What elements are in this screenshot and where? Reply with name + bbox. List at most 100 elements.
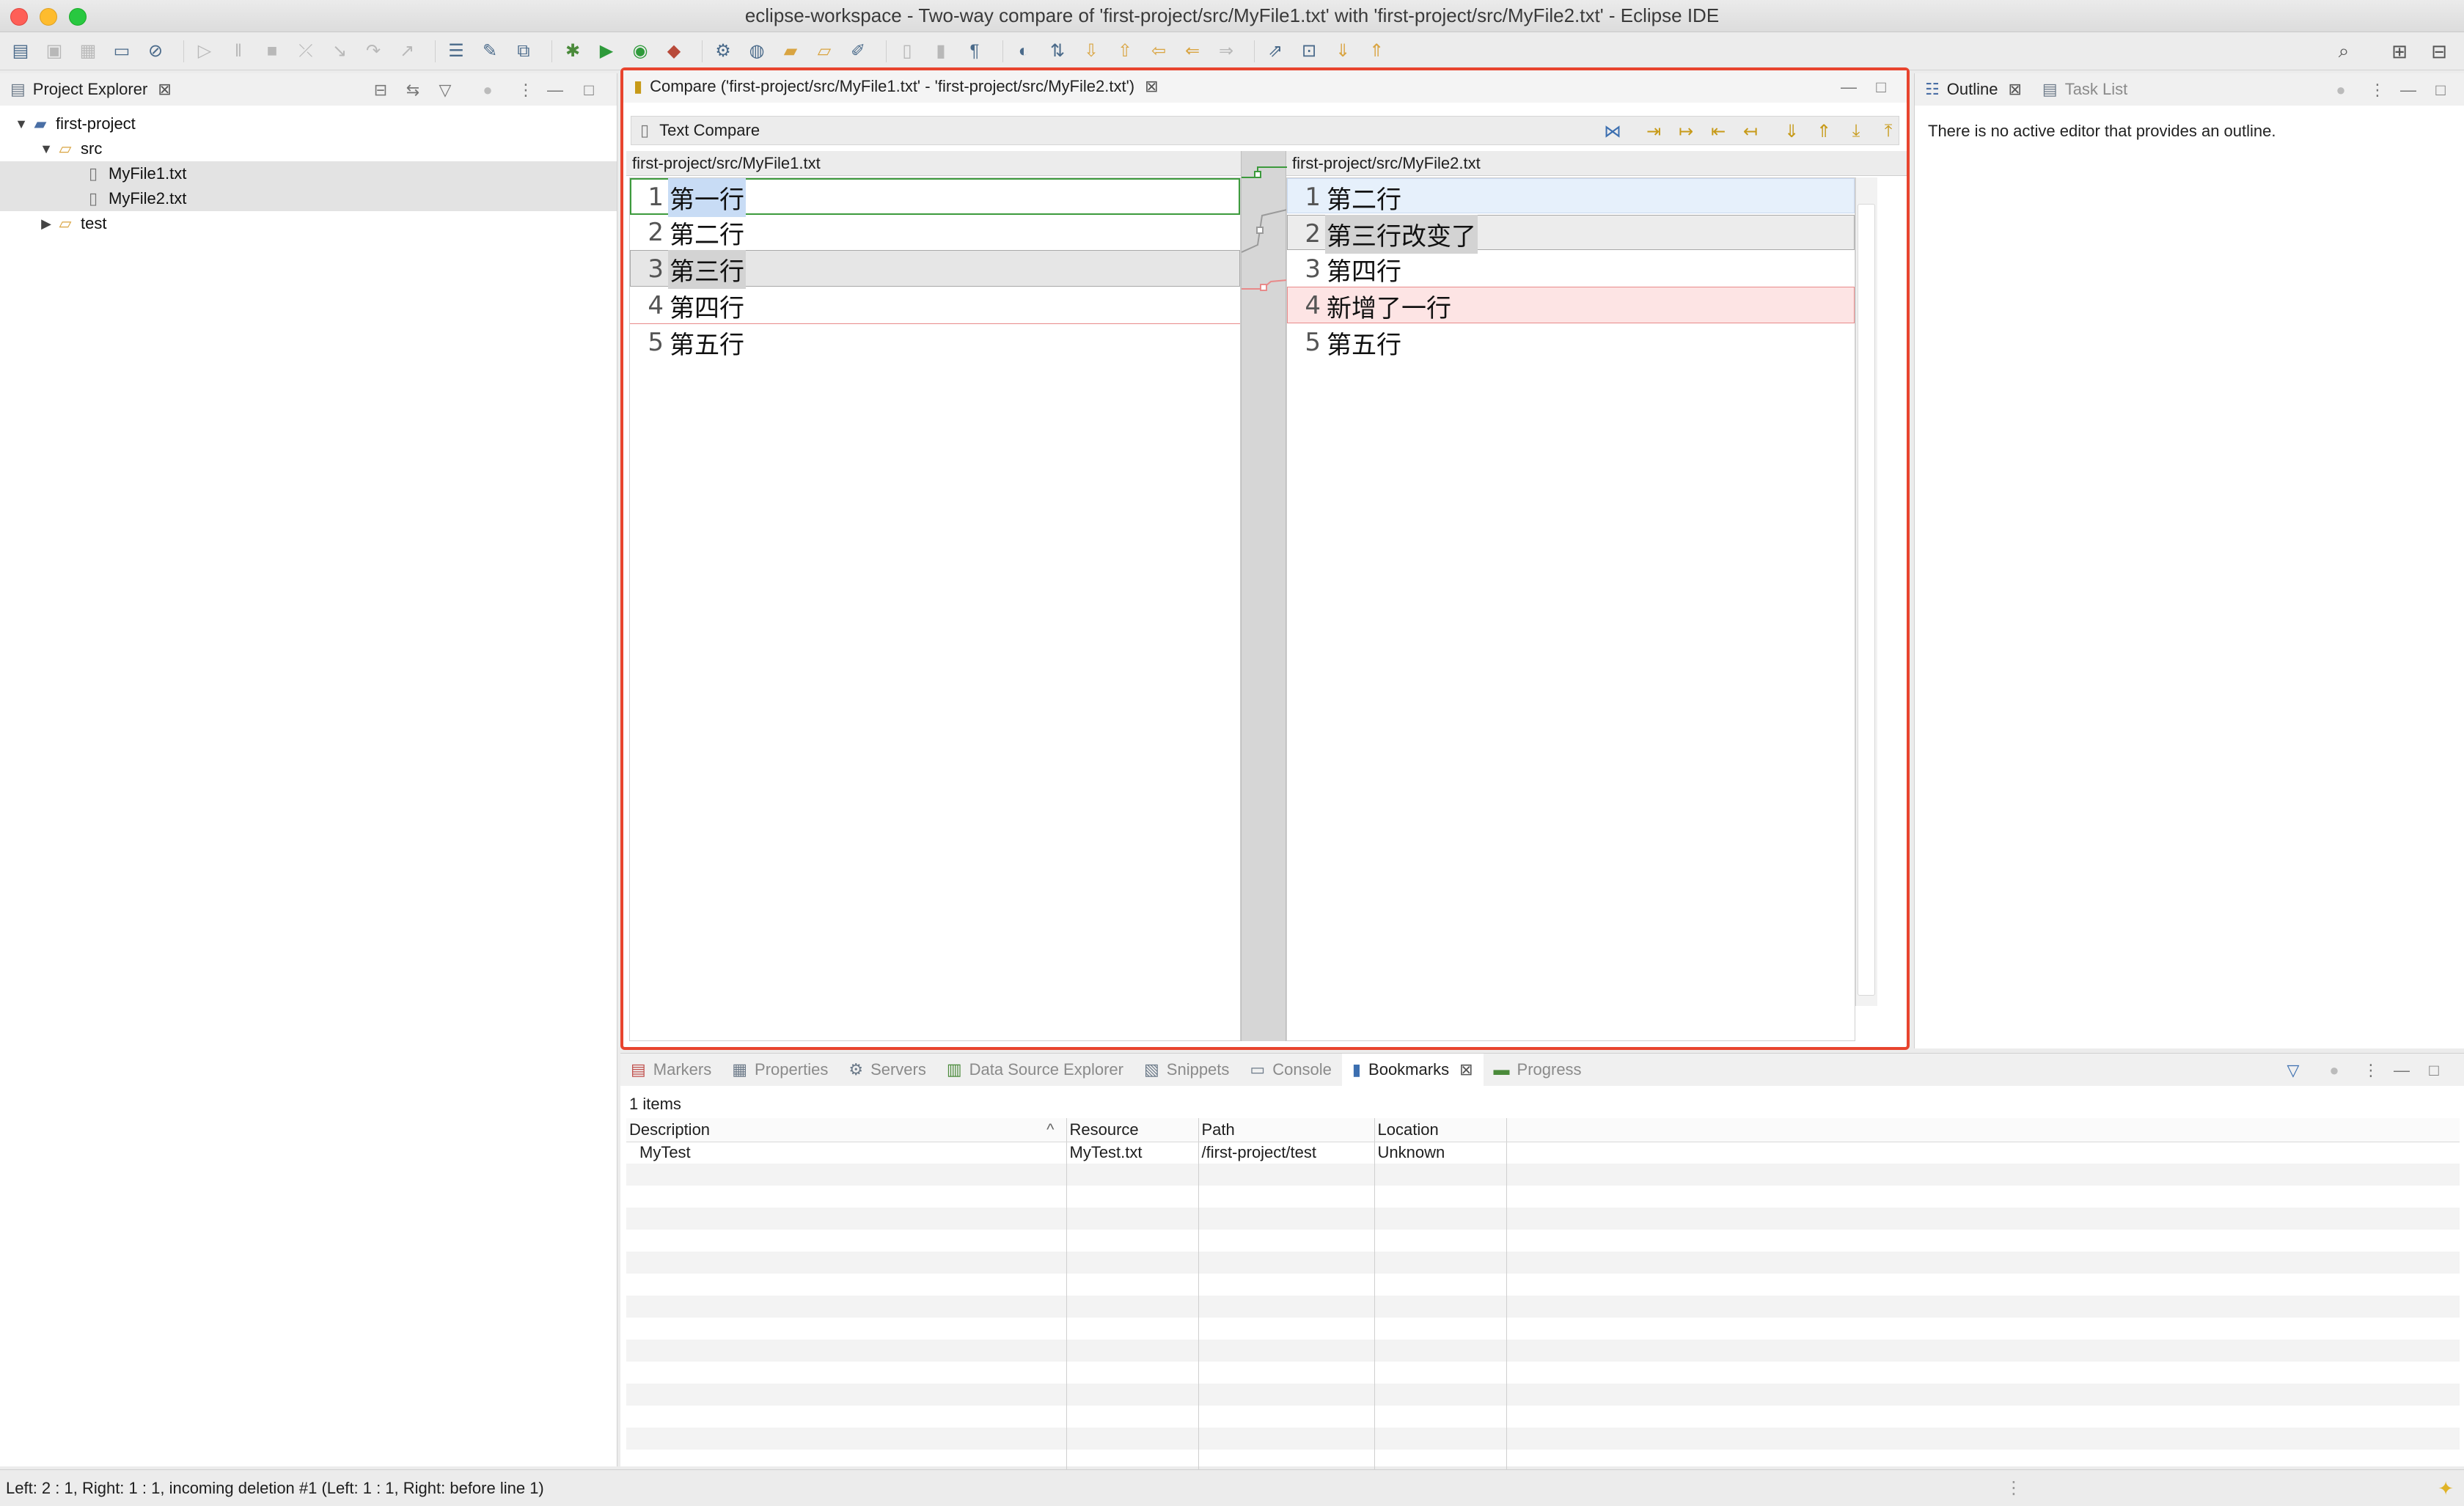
web-browser-icon[interactable]: ◍ bbox=[744, 38, 770, 65]
save-all-icon[interactable]: ▦ bbox=[75, 38, 101, 65]
overview-ruler[interactable] bbox=[1855, 177, 1877, 1006]
tab-bookmarks[interactable]: ▮ Bookmarks ⊠ bbox=[1341, 1054, 1484, 1086]
minimize-icon[interactable]: — bbox=[1836, 76, 1861, 98]
run-icon[interactable]: ▶ bbox=[593, 38, 620, 65]
external-tools-icon[interactable]: ◆ bbox=[661, 38, 687, 65]
show-whitespace-icon[interactable]: ¶ bbox=[961, 38, 988, 65]
column-header-resource[interactable]: Resource bbox=[1066, 1118, 1199, 1142]
next-change-icon[interactable]: ⤓ bbox=[1843, 118, 1869, 144]
copy-all-left-to-right-icon[interactable]: ⇥ bbox=[1640, 118, 1667, 144]
maximize-icon[interactable]: □ bbox=[2428, 79, 2453, 101]
minimize-icon[interactable]: — bbox=[2389, 1059, 2414, 1081]
synchronize-icon[interactable]: ⧉ bbox=[510, 38, 537, 65]
tab-snippets[interactable]: ▧ Snippets bbox=[1134, 1054, 1239, 1086]
tree-item-myfile2[interactable]: ▯ MyFile2.txt bbox=[0, 186, 617, 211]
open-editor-icon[interactable]: ⇗ bbox=[1262, 38, 1288, 65]
column-header-path[interactable]: Path bbox=[1198, 1118, 1375, 1142]
coverage-icon[interactable]: ◉ bbox=[627, 38, 653, 65]
open-perspective-icon[interactable]: ⊞ bbox=[2386, 38, 2413, 65]
column-header-location[interactable]: Location bbox=[1374, 1118, 1507, 1142]
previous-change-icon[interactable]: ⤒ bbox=[1875, 118, 1902, 144]
tree-item-test[interactable]: ▶ ▱ test bbox=[0, 211, 617, 236]
focus-icon[interactable]: ● bbox=[2328, 79, 2353, 101]
zoom-window-button[interactable] bbox=[69, 8, 87, 26]
next-annotation-icon[interactable]: ⇩ bbox=[1078, 38, 1104, 65]
new-icon[interactable]: ▤ bbox=[7, 38, 34, 65]
tab-progress[interactable]: ▬ Progress bbox=[1484, 1054, 1592, 1086]
back-icon[interactable]: ⇐ bbox=[1179, 38, 1206, 65]
disconnect-icon[interactable]: ⤫ bbox=[293, 38, 319, 65]
tab-compare[interactable]: ▮ Compare ('first-project/src/MyFile1.tx… bbox=[623, 70, 1169, 103]
terminate-icon[interactable]: ■ bbox=[259, 38, 285, 65]
toggle-mark-icon[interactable]: ▯ bbox=[894, 38, 920, 65]
column-header-description[interactable]: Description ^ bbox=[626, 1118, 1067, 1142]
collapse-all-icon[interactable]: ⊟ bbox=[368, 79, 393, 101]
minimize-icon[interactable]: — bbox=[543, 79, 568, 101]
tab-console[interactable]: ▭ Console bbox=[1239, 1054, 1342, 1086]
search-tools-icon[interactable]: ✐ bbox=[845, 38, 871, 65]
tree-item-src[interactable]: ▼ ▱ src bbox=[0, 136, 617, 161]
previous-difference-icon[interactable]: ⇑ bbox=[1811, 118, 1837, 144]
right-code-pane[interactable]: 1 第二行 2 第三行改变了 3 第四行 4 新增了一行 5 第五行 bbox=[1286, 177, 1855, 1041]
resume-icon[interactable]: ▷ bbox=[191, 38, 218, 65]
view-menu-icon[interactable]: ⋮ bbox=[2358, 1059, 2383, 1081]
repository-icon[interactable]: ⇅ bbox=[1044, 38, 1071, 65]
view-menu-icon[interactable]: ⋮ bbox=[2365, 79, 2390, 101]
status-grip-icon[interactable]: ⋮ bbox=[2005, 1477, 2023, 1499]
left-code-pane[interactable]: 1 第一行 2 第二行 3 第三行 4 第四行 5 第五行 bbox=[629, 177, 1241, 1041]
copy-all-right-to-left-icon[interactable]: ⇤ bbox=[1705, 118, 1731, 144]
open-terminal-icon[interactable]: ▭ bbox=[109, 38, 135, 65]
close-icon[interactable]: ⊠ bbox=[1459, 1060, 1473, 1079]
minimize-window-button[interactable] bbox=[40, 8, 57, 26]
next-difference-icon[interactable]: ⇓ bbox=[1778, 118, 1805, 144]
task-icon[interactable]: ☰ bbox=[443, 38, 469, 65]
debug-icon[interactable]: ✱ bbox=[560, 38, 586, 65]
view-menu-icon[interactable]: ⋮ bbox=[513, 79, 538, 101]
previous-difference-icon[interactable]: ⇑ bbox=[1363, 38, 1390, 65]
chevron-down-icon[interactable]: ▼ bbox=[38, 142, 54, 157]
focus-icon[interactable]: ● bbox=[475, 79, 500, 101]
open-type-icon[interactable]: ▰ bbox=[777, 38, 804, 65]
block-select-icon[interactable]: ▮ bbox=[928, 38, 954, 65]
last-edit-icon[interactable]: ⇦ bbox=[1145, 38, 1172, 65]
tab-project-explorer[interactable]: ▤ Project Explorer ⊠ bbox=[0, 73, 182, 106]
forward-icon[interactable]: ⇒ bbox=[1213, 38, 1239, 65]
open-task-icon[interactable]: ✎ bbox=[477, 38, 503, 65]
step-over-icon[interactable]: ↷ bbox=[360, 38, 386, 65]
close-icon[interactable]: ⊠ bbox=[158, 80, 171, 99]
search-icon[interactable]: ⌕ bbox=[2331, 38, 2357, 65]
copy-current-left-to-right-icon[interactable]: ↦ bbox=[1673, 118, 1699, 144]
maximize-icon[interactable]: □ bbox=[2421, 1059, 2446, 1081]
close-icon[interactable]: ⊠ bbox=[2008, 80, 2021, 99]
next-difference-icon[interactable]: ⇓ bbox=[1330, 38, 1356, 65]
new-server-icon[interactable]: ⚙ bbox=[710, 38, 736, 65]
focus-icon[interactable]: ● bbox=[2322, 1059, 2347, 1081]
save-icon[interactable]: ▣ bbox=[41, 38, 67, 65]
tab-markers[interactable]: ▤ Markers bbox=[620, 1054, 722, 1086]
globe-icon[interactable]: ◐ bbox=[1011, 38, 1037, 65]
link-with-editor-icon[interactable]: ⇆ bbox=[400, 79, 425, 101]
skip-breakpoints-icon[interactable]: ⊘ bbox=[142, 38, 169, 65]
copy-current-right-to-left-icon[interactable]: ↤ bbox=[1737, 118, 1764, 144]
step-return-icon[interactable]: ↗ bbox=[394, 38, 420, 65]
maximize-icon[interactable]: □ bbox=[576, 79, 601, 101]
tree-item-first-project[interactable]: ▼ ▰ first-project bbox=[0, 111, 617, 136]
filter-icon[interactable]: ▽ bbox=[433, 79, 458, 101]
close-icon[interactable]: ⊠ bbox=[1145, 77, 1158, 96]
previous-annotation-icon[interactable]: ⇧ bbox=[1112, 38, 1138, 65]
suspend-icon[interactable]: ‖ bbox=[225, 38, 252, 65]
tab-task-list[interactable]: ▤ Task List bbox=[2032, 73, 2138, 106]
lightbulb-icon[interactable]: ✦ bbox=[2438, 1477, 2454, 1500]
tab-servers[interactable]: ⚙ Servers bbox=[838, 1054, 936, 1086]
tree-item-myfile1[interactable]: ▯ MyFile1.txt bbox=[0, 161, 617, 186]
maximize-icon[interactable]: □ bbox=[1869, 76, 1893, 98]
chevron-down-icon[interactable]: ▼ bbox=[13, 117, 29, 132]
perspective-icon[interactable]: ⊟ bbox=[2426, 38, 2452, 65]
tab-outline[interactable]: ☷ Outline ⊠ bbox=[1915, 73, 2032, 106]
select-changes-icon[interactable]: ⊡ bbox=[1296, 38, 1322, 65]
scrollbar-thumb[interactable] bbox=[1858, 204, 1875, 996]
filter-icon[interactable]: ▽ bbox=[2281, 1059, 2306, 1081]
table-row[interactable]: MyTest MyTest.txt /first-project/test Un… bbox=[626, 1142, 2460, 1164]
step-into-icon[interactable]: ↘ bbox=[326, 38, 353, 65]
minimize-icon[interactable]: — bbox=[2396, 79, 2421, 101]
